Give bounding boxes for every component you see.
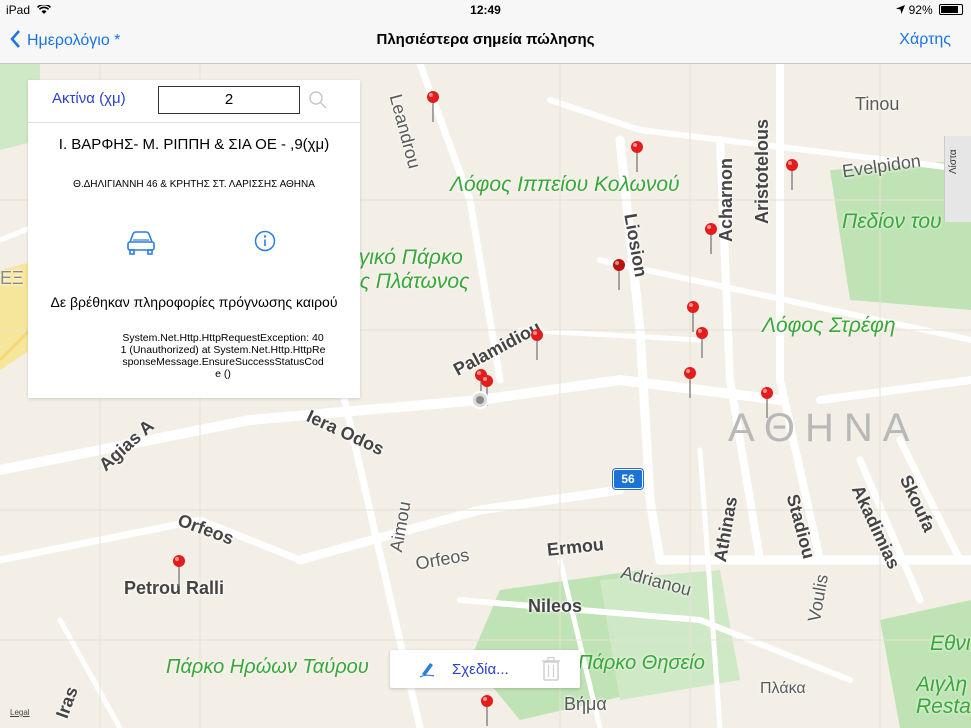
street-label-acharnon: Acharnon: [716, 157, 736, 242]
map-pin[interactable]: [683, 366, 697, 398]
park-label-parko-iroon: Πάρκο Ηρώων Ταύρου: [166, 656, 369, 678]
store-address: Θ.ΔΗΛΙΓΙΑΝΝΗ 46 & ΚΡΗΤΗΣ ΣΤ. ΛΑΡΙΣΣΗΣ ΑΘ…: [73, 179, 315, 190]
street-label-plaka: Πλάκα: [760, 680, 806, 697]
street-label-nileos: Nileos: [528, 596, 583, 616]
park-label-ethni: Εθνι: [930, 632, 971, 655]
status-time: 12:49: [470, 3, 501, 17]
street-label-vima: Βήμα: [564, 694, 607, 714]
weather-message: Δε βρέθηκαν πληροφορίες πρόγνωσης καιρού: [50, 294, 338, 310]
map-pin[interactable]: [760, 386, 774, 418]
battery-icon: [939, 4, 963, 15]
map-pin[interactable]: [426, 90, 440, 122]
status-right: 92%: [896, 3, 963, 17]
map-pin[interactable]: [530, 328, 544, 360]
park-label-parko-thiseio: Πάρκο Θησείο: [578, 652, 705, 674]
park-label-pedion: Πεδίον του: [842, 210, 942, 233]
store-name: Ι. ΒΑΡΦΗΣ- Μ. ΡΙΠΠΗ & ΣΙΑ ΟΕ - ,9(χμ): [58, 136, 330, 153]
battery-percent: 92%: [908, 3, 933, 17]
store-info-panel: Ακτίνα (χμ) 2 Ι. ΒΑΡΦΗΣ- Μ. ΡΙΠΠΗ & ΣΙΑ …: [28, 80, 360, 398]
info-icon[interactable]: [254, 230, 276, 252]
draw-button[interactable]: Σχεδία...: [452, 661, 509, 678]
street-label-tinou: Tinou: [855, 94, 900, 114]
list-tab-label: Λίστα: [948, 149, 959, 174]
search-icon[interactable]: [308, 90, 328, 110]
trash-icon[interactable]: [540, 656, 562, 682]
map-pin[interactable]: [630, 140, 644, 172]
radius-label: Ακτίνα (χμ): [52, 90, 126, 107]
divider: [28, 122, 360, 123]
error-message: System.Net.Http.HttpRequestException: 40…: [120, 332, 326, 380]
map-pin[interactable]: [785, 158, 799, 190]
navigation-bar: Ημερολόγιο * Πλησιέστερα σημεία πώλησης …: [0, 20, 971, 64]
route-badge: 56: [613, 469, 643, 489]
car-icon[interactable]: [126, 230, 156, 256]
draw-toolbar: Σχεδία...: [390, 650, 580, 688]
pen-icon[interactable]: [418, 660, 438, 678]
street-label-aristotelous: Aristotelous: [752, 118, 772, 224]
park-label-aigli: Αιγλη Resta: [916, 674, 971, 718]
radius-input[interactable]: 2: [158, 86, 300, 114]
park-label-lofos-strefi: Λόφος Στρέφη: [762, 314, 896, 337]
map-pin[interactable]: [704, 222, 718, 254]
list-tab[interactable]: Λίστα: [944, 136, 971, 222]
map-pin[interactable]: [695, 326, 709, 358]
map-button[interactable]: Χάρτης: [899, 31, 951, 49]
map-pin[interactable]: [612, 258, 626, 290]
location-arrow-icon: [896, 5, 906, 14]
district-label-athina: ΑΘΗΝΑ: [728, 406, 920, 450]
page-title: Πλησιέστερα σημεία πώλησης: [376, 31, 595, 48]
map-pin[interactable]: [172, 554, 186, 586]
legal-link[interactable]: Legal: [10, 708, 30, 717]
current-location-icon: [471, 391, 489, 409]
map-pin[interactable]: [480, 694, 494, 726]
street-label-ex: ΕΞ: [0, 268, 24, 288]
status-bar: iPad 12:49 92%: [0, 0, 971, 20]
park-label-lofos-ippeiou: Λόφος Ιππείου Κολωνού: [450, 173, 680, 196]
